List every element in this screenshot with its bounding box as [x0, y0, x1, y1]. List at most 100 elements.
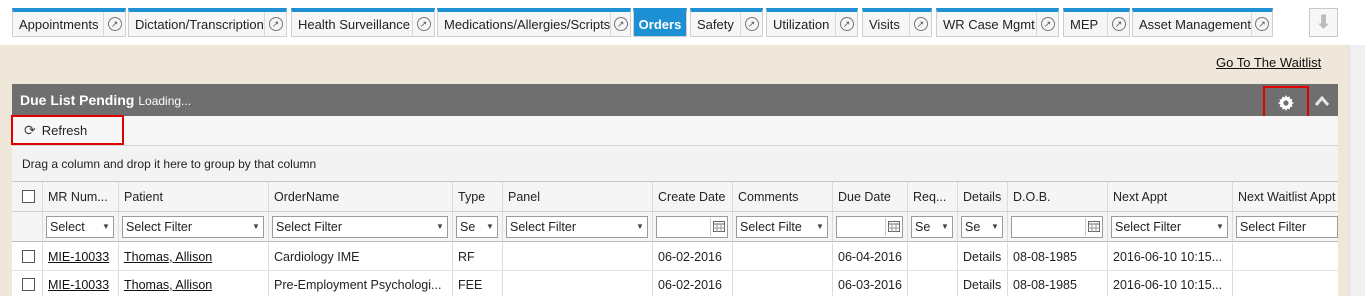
mr-num-link[interactable]: MIE-10033 [48, 278, 109, 292]
filter-ordername-select[interactable]: Select Filter ▼ [272, 215, 448, 238]
column-header-patient[interactable]: Patient [118, 182, 268, 211]
popout-icon[interactable]: ↗ [909, 12, 931, 36]
popout-icon[interactable]: ↗ [835, 12, 857, 36]
column-header-next-waitlist-appt[interactable]: Next Waitlist Appt [1232, 182, 1338, 211]
popout-icon[interactable]: ↗ [740, 12, 762, 36]
patient-cell: Thomas, Allison [118, 243, 268, 270]
tab-wr-case-mgmt[interactable]: WR Case Mgmt ↗ [936, 8, 1059, 37]
comments-cell [732, 243, 832, 270]
details-cell[interactable]: Details [957, 271, 1007, 296]
next-appt-cell: 2016-06-10 10:15... [1107, 271, 1232, 296]
tab-label: MEP [1070, 16, 1099, 32]
column-header-due-date[interactable]: Due Date [832, 182, 907, 211]
panel-title: Due List Pending [20, 92, 135, 108]
tab-orders[interactable]: Orders [633, 8, 687, 37]
row-checkbox[interactable] [22, 250, 35, 263]
filter-cell: Select Filter ▼ [268, 212, 452, 241]
dropdown-arrow-icon: ▼ [436, 222, 444, 231]
filter-create-date-picker[interactable] [656, 215, 728, 238]
filter-cell: Select Filte ▼ [732, 212, 832, 241]
filter-cell [832, 212, 907, 241]
refresh-button[interactable]: ⟳ Refresh [11, 115, 124, 145]
tab-mep[interactable]: MEP ↗ [1063, 8, 1130, 37]
popout-icon[interactable]: ↗ [412, 12, 434, 36]
filter-next-appt-select[interactable]: Select Filter ▼ [1111, 215, 1228, 238]
row-checkbox[interactable] [22, 278, 35, 291]
go-to-waitlist-link[interactable]: Go To The Waitlist [1216, 55, 1321, 70]
tab-dictation-transcription[interactable]: Dictation/Transcription ↗ [128, 8, 287, 37]
popout-icon[interactable]: ↗ [610, 12, 630, 36]
filter-dob-picker[interactable] [1011, 215, 1103, 238]
filter-panel-select[interactable]: Select Filter ▼ [506, 215, 648, 238]
filter-next-waitlist-appt-select[interactable]: Select Filter [1236, 215, 1338, 238]
table-row[interactable]: MIE-10033 Thomas, Allison Pre-Employment… [12, 271, 1338, 296]
filter-req-select[interactable]: Se ▼ [911, 215, 953, 238]
filter-cell: Select ▼ [42, 212, 118, 241]
vertical-scrollbar[interactable] [1349, 45, 1365, 296]
filter-type-select[interactable]: Se ▼ [456, 215, 498, 238]
column-header-type[interactable]: Type [452, 182, 502, 211]
tab-safety[interactable]: Safety ↗ [690, 8, 763, 37]
column-header-create-date[interactable]: Create Date [652, 182, 732, 211]
filter-comments-select[interactable]: Select Filte ▼ [736, 215, 828, 238]
filter-patient-select[interactable]: Select Filter ▼ [122, 215, 264, 238]
filter-mr-num-select[interactable]: Select ▼ [46, 215, 114, 238]
grid-filter-row: Select ▼ Select Filter ▼ Select Filter ▼ Se… [12, 212, 1338, 242]
filter-cell: Select Filter ▼ [1107, 212, 1232, 241]
tab-utilization[interactable]: Utilization ↗ [766, 8, 858, 37]
tab-visits[interactable]: Visits ↗ [862, 8, 932, 37]
column-header-req[interactable]: Req... [907, 182, 957, 211]
refresh-label: Refresh [41, 122, 88, 138]
settings-button[interactable] [1263, 86, 1309, 120]
tab-label: Dictation/Transcription [135, 16, 264, 32]
calendar-icon[interactable] [710, 217, 726, 236]
column-header-mr-num[interactable]: MR Num... [42, 182, 118, 211]
req-cell [907, 271, 957, 296]
tab-label: Medications/Allergies/Scripts [444, 16, 611, 32]
row-select-cell [12, 271, 42, 296]
tab-health-surveillance[interactable]: Health Surveillance ↗ [291, 8, 435, 37]
popout-icon[interactable]: ↗ [1107, 12, 1129, 36]
arrow-down-icon: ⬇ [1315, 12, 1332, 32]
mr-num-cell: MIE-10033 [42, 243, 118, 270]
ordername-cell: Pre-Employment Psychologi... [268, 271, 452, 296]
mr-num-link[interactable]: MIE-10033 [48, 250, 109, 264]
popout-icon[interactable]: ↗ [103, 12, 125, 36]
due-list-panel-header: Due List Pending Loading... [12, 84, 1338, 116]
column-header-panel[interactable]: Panel [502, 182, 652, 211]
select-all-checkbox[interactable] [22, 190, 35, 203]
popout-icon[interactable]: ↗ [1036, 12, 1058, 36]
column-header-dob[interactable]: D.O.B. [1007, 182, 1107, 211]
popout-icon[interactable]: ↗ [1251, 12, 1272, 36]
filter-details-select[interactable]: Se ▼ [961, 215, 1003, 238]
popout-icon[interactable]: ↗ [264, 12, 286, 36]
tab-asset-management[interactable]: Asset Management ↗ [1132, 8, 1273, 37]
column-header-details[interactable]: Details [957, 182, 1007, 211]
module-tab-bar: Appointments ↗ Dictation/Transcription ↗… [0, 0, 1365, 45]
patient-link[interactable]: Thomas, Allison [124, 278, 212, 292]
tab-medications-allergies-scripts[interactable]: Medications/Allergies/Scripts ↗ [437, 8, 631, 37]
filter-due-date-picker[interactable] [836, 215, 903, 238]
group-drop-area[interactable]: Drag a column and drop it here to group … [12, 146, 1338, 182]
calendar-icon[interactable] [1085, 217, 1101, 236]
calendar-icon[interactable] [885, 217, 901, 236]
next-waitlist-appt-cell [1232, 243, 1338, 270]
patient-link[interactable]: Thomas, Allison [124, 250, 212, 264]
tab-scroll-down-button[interactable]: ⬇ [1309, 8, 1338, 37]
dropdown-arrow-icon: ▼ [636, 222, 644, 231]
collapse-panel-button[interactable] [1311, 92, 1333, 110]
tab-appointments[interactable]: Appointments ↗ [12, 8, 126, 37]
tab-label: WR Case Mgmt [943, 16, 1035, 32]
column-header-next-appt[interactable]: Next Appt [1107, 182, 1232, 211]
filter-cell [652, 212, 732, 241]
details-cell[interactable]: Details [957, 243, 1007, 270]
filter-cell: Se ▼ [452, 212, 502, 241]
tab-label: Utilization [773, 16, 830, 32]
column-header-ordername[interactable]: OrderName [268, 182, 452, 211]
tab-label: Visits [869, 16, 900, 32]
dob-cell: 08-08-1985 [1007, 271, 1107, 296]
table-row[interactable]: MIE-10033 Thomas, Allison Cardiology IME… [12, 243, 1338, 271]
column-header-comments[interactable]: Comments [732, 182, 832, 211]
grid-toolbar [12, 116, 1338, 146]
dob-cell: 08-08-1985 [1007, 243, 1107, 270]
